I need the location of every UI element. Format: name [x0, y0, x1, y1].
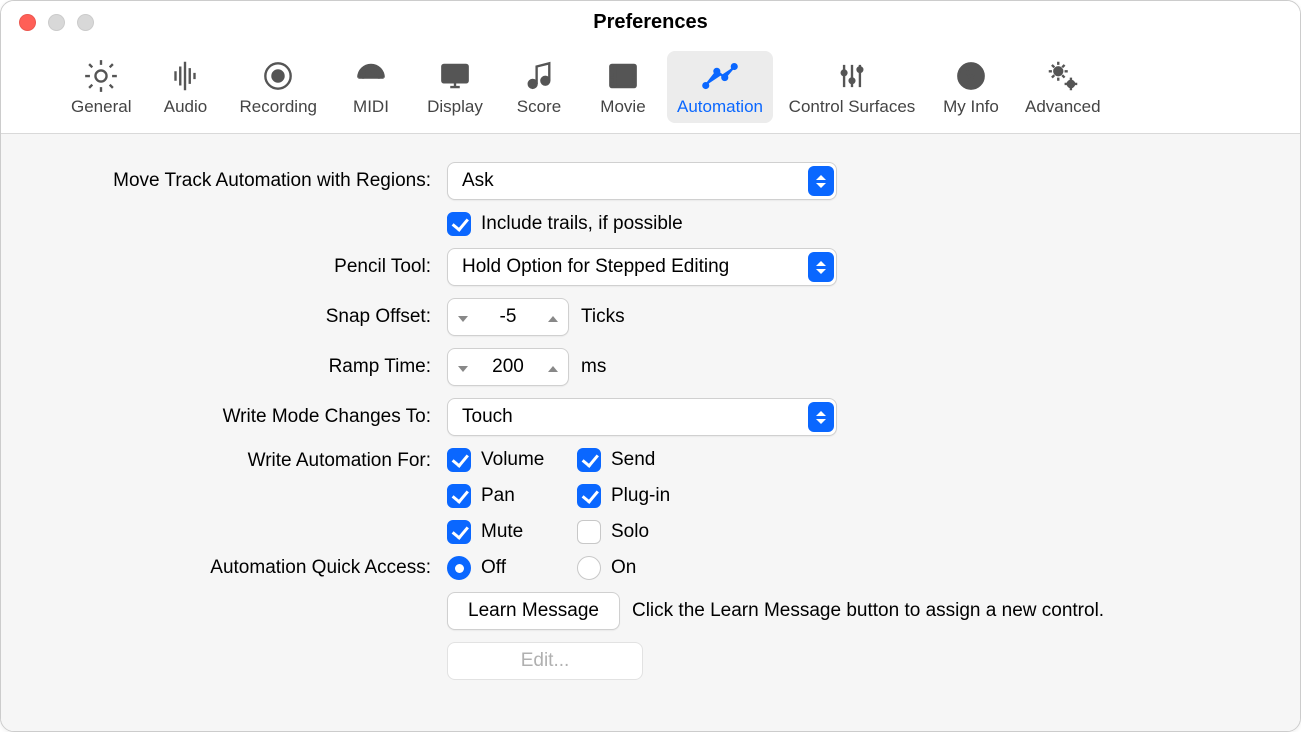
- ramp-time-label: Ramp Time:: [1, 356, 431, 378]
- stepper-increment[interactable]: [538, 309, 568, 325]
- stepper-increment[interactable]: [538, 359, 568, 375]
- zoom-window-button[interactable]: [77, 14, 94, 31]
- gear-icon: [82, 57, 120, 95]
- sliders-icon: [833, 57, 871, 95]
- quick-access-on-radio[interactable]: [577, 556, 601, 580]
- user-icon: [952, 57, 990, 95]
- write-mode-select[interactable]: Touch: [447, 398, 837, 436]
- gears-icon: [1044, 57, 1082, 95]
- tab-score[interactable]: Score: [499, 51, 579, 123]
- quick-access-off-radio[interactable]: [447, 556, 471, 580]
- window-title: Preferences: [1, 11, 1300, 34]
- pencil-tool-select[interactable]: Hold Option for Stepped Editing: [447, 248, 837, 286]
- chevron-down-icon: [458, 359, 468, 375]
- tab-recording[interactable]: Recording: [229, 51, 327, 123]
- include-trails-checkbox[interactable]: [447, 212, 471, 236]
- automation-icon: [701, 57, 739, 95]
- tab-label: My Info: [943, 97, 999, 117]
- preferences-window: Preferences General Audio Recording: [0, 0, 1301, 732]
- send-label: Send: [611, 449, 655, 471]
- preferences-toolbar: General Audio Recording MIDI Display: [1, 43, 1300, 134]
- select-value: Touch: [462, 406, 513, 428]
- pan-label: Pan: [481, 485, 515, 507]
- score-icon: [520, 57, 558, 95]
- record-icon: [259, 57, 297, 95]
- quick-access-label: Automation Quick Access:: [1, 557, 431, 579]
- pencil-tool-label: Pencil Tool:: [1, 256, 431, 278]
- stepper-value: 200: [478, 356, 538, 378]
- titlebar: Preferences: [1, 1, 1300, 43]
- tab-movie[interactable]: Movie: [583, 51, 663, 123]
- tab-label: Control Surfaces: [789, 97, 916, 117]
- tab-display[interactable]: Display: [415, 51, 495, 123]
- select-arrows-icon: [808, 252, 834, 282]
- mute-checkbox[interactable]: [447, 520, 471, 544]
- select-arrows-icon: [808, 402, 834, 432]
- tab-label: Recording: [239, 97, 317, 117]
- stepper-decrement[interactable]: [448, 309, 478, 325]
- tab-label: General: [71, 97, 131, 117]
- ramp-time-stepper[interactable]: 200: [447, 348, 569, 386]
- solo-checkbox[interactable]: [577, 520, 601, 544]
- minimize-window-button[interactable]: [48, 14, 65, 31]
- tab-label: Score: [517, 97, 561, 117]
- snap-offset-unit: Ticks: [581, 306, 625, 328]
- learn-message-hint: Click the Learn Message button to assign…: [632, 600, 1104, 622]
- stepper-value: -5: [478, 306, 538, 328]
- volume-checkbox[interactable]: [447, 448, 471, 472]
- tab-label: Movie: [600, 97, 645, 117]
- midi-icon: [352, 57, 390, 95]
- tab-label: MIDI: [353, 97, 389, 117]
- waveform-icon: [166, 57, 204, 95]
- tab-control-surfaces[interactable]: Control Surfaces: [777, 51, 927, 123]
- write-mode-label: Write Mode Changes To:: [1, 406, 431, 428]
- tab-advanced[interactable]: Advanced: [1015, 51, 1111, 123]
- learn-message-button[interactable]: Learn Message: [447, 592, 620, 630]
- volume-label: Volume: [481, 449, 544, 471]
- chevron-up-icon: [548, 359, 558, 375]
- window-controls: [1, 14, 94, 31]
- tab-my-info[interactable]: My Info: [931, 51, 1011, 123]
- send-checkbox[interactable]: [577, 448, 601, 472]
- select-value: Hold Option for Stepped Editing: [462, 256, 729, 278]
- pan-checkbox[interactable]: [447, 484, 471, 508]
- write-automation-for-label: Write Automation For:: [1, 448, 431, 472]
- select-value: Ask: [462, 170, 494, 192]
- snap-offset-stepper[interactable]: -5: [447, 298, 569, 336]
- ramp-time-unit: ms: [581, 356, 606, 378]
- include-trails-label: Include trails, if possible: [481, 213, 683, 235]
- tab-general[interactable]: General: [61, 51, 141, 123]
- chevron-down-icon: [458, 309, 468, 325]
- tab-label: Automation: [677, 97, 763, 117]
- plugin-checkbox[interactable]: [577, 484, 601, 508]
- edit-button: Edit...: [447, 642, 643, 680]
- chevron-up-icon: [548, 309, 558, 325]
- select-arrows-icon: [808, 166, 834, 196]
- movie-icon: [604, 57, 642, 95]
- automation-preferences-pane: Move Track Automation with Regions: Ask …: [1, 134, 1300, 732]
- tab-label: Audio: [164, 97, 207, 117]
- stepper-decrement[interactable]: [448, 359, 478, 375]
- on-label: On: [611, 557, 636, 579]
- tab-audio[interactable]: Audio: [145, 51, 225, 123]
- mute-label: Mute: [481, 521, 523, 543]
- off-label: Off: [481, 557, 506, 579]
- tab-label: Advanced: [1025, 97, 1101, 117]
- plugin-label: Plug-in: [611, 485, 670, 507]
- tab-midi[interactable]: MIDI: [331, 51, 411, 123]
- solo-label: Solo: [611, 521, 649, 543]
- move-track-automation-select[interactable]: Ask: [447, 162, 837, 200]
- tab-automation[interactable]: Automation: [667, 51, 773, 123]
- display-icon: [436, 57, 474, 95]
- tab-label: Display: [427, 97, 483, 117]
- snap-offset-label: Snap Offset:: [1, 306, 431, 328]
- close-window-button[interactable]: [19, 14, 36, 31]
- move-track-automation-label: Move Track Automation with Regions:: [1, 170, 431, 192]
